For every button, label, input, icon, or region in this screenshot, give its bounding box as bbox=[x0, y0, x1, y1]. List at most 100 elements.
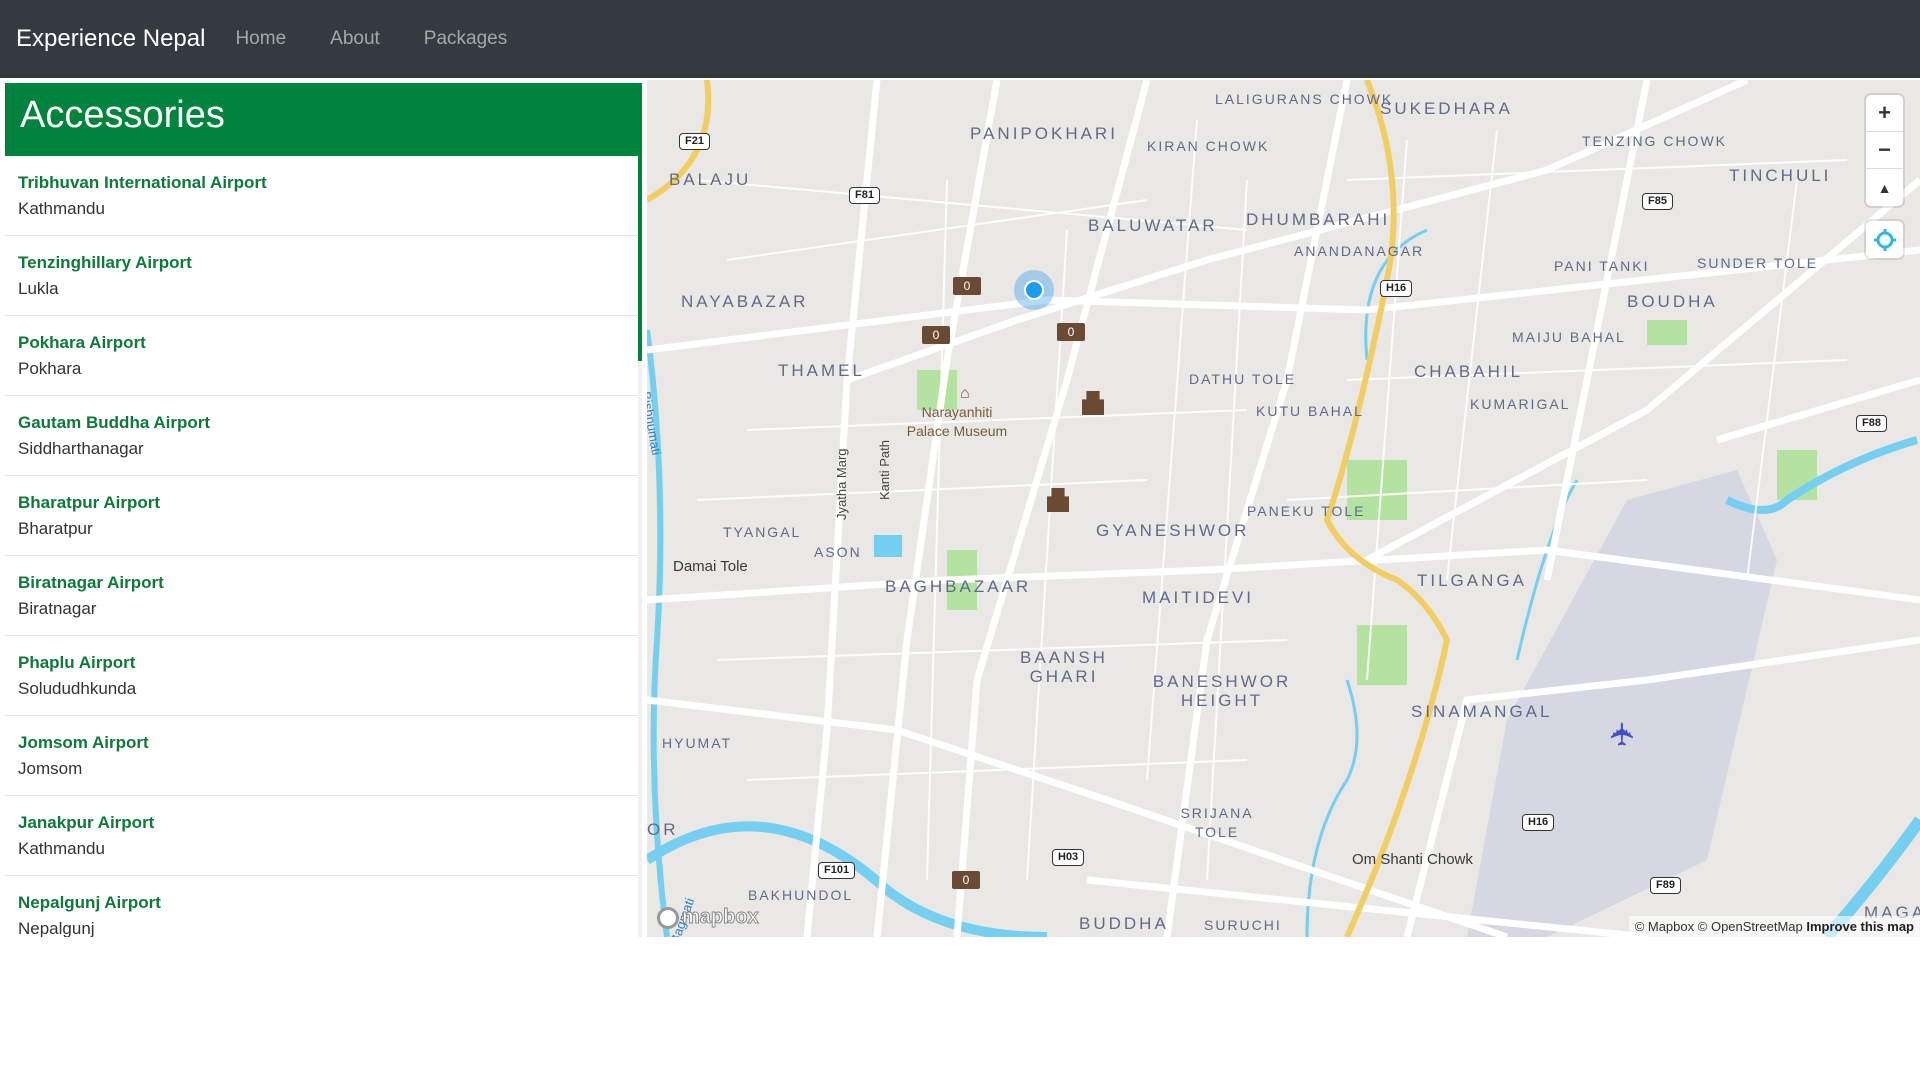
place-label: Damai Tole bbox=[673, 558, 748, 575]
place-label: Tilganga bbox=[1417, 571, 1527, 590]
place-label: Thamel bbox=[778, 361, 865, 380]
osm-attribution-link[interactable]: © OpenStreetMap bbox=[1698, 919, 1803, 934]
item-location: Bharatpur bbox=[18, 519, 93, 538]
item-location: Lukla bbox=[18, 279, 59, 298]
sidebar-title: Accessories bbox=[5, 83, 642, 156]
airport-list: Tribhuvan International Airport Kathmandu… bbox=[5, 156, 638, 937]
road-shield: F88 bbox=[1856, 415, 1887, 432]
park bbox=[1647, 320, 1687, 345]
place-label: Suruchi bbox=[1204, 917, 1282, 933]
item-title: Biratnagar Airport bbox=[18, 573, 164, 592]
road-shield: F89 bbox=[1650, 877, 1681, 894]
nav-about[interactable]: About bbox=[330, 28, 380, 50]
place-label: Baneshwor Height bbox=[1152, 672, 1292, 710]
road-shield: H03 bbox=[1052, 849, 1085, 866]
place-label: Maitidevi bbox=[1142, 588, 1255, 607]
map[interactable]: Balaju Panipokhari Laligurans Chowk Kira… bbox=[647, 80, 1920, 937]
list-item[interactable]: Biratnagar Airport Biratnagar bbox=[5, 556, 638, 636]
road-shield: F101 bbox=[818, 862, 856, 879]
stream bbox=[1305, 679, 1359, 937]
place-label: Kiran Chowk bbox=[1147, 138, 1270, 154]
place-label: Kutu Bahal bbox=[1256, 403, 1364, 419]
item-title: Jomsom Airport bbox=[18, 733, 149, 752]
street-label: Jyatha Marg bbox=[834, 448, 849, 520]
museum-icon[interactable]: ⌂ bbox=[960, 384, 970, 403]
place-label: Balaju bbox=[669, 170, 752, 189]
zoom-in-button[interactable]: + bbox=[1866, 95, 1903, 132]
zoom-out-button[interactable]: − bbox=[1866, 132, 1903, 169]
mapbox-logo[interactable]: mapbox bbox=[657, 906, 759, 929]
place-label: Chabahil bbox=[1414, 362, 1524, 381]
list-scrollbar[interactable] bbox=[638, 156, 642, 937]
place-label: Baluwatar bbox=[1088, 216, 1218, 235]
place-label: Kumarigal bbox=[1470, 396, 1571, 412]
item-location: Kathmandu bbox=[18, 199, 105, 218]
improve-map-link[interactable]: Improve this map bbox=[1806, 919, 1914, 934]
bank-icon[interactable]: 0 bbox=[1057, 323, 1085, 341]
place-label: Paneku Tole bbox=[1247, 503, 1366, 519]
place-label: Hyumat bbox=[662, 735, 733, 751]
list-item[interactable]: Jomsom Airport Jomsom bbox=[5, 716, 638, 796]
list-item[interactable]: Pokhara Airport Pokhara bbox=[5, 316, 638, 396]
bank-icon[interactable]: 0 bbox=[953, 277, 981, 295]
user-location-marker[interactable] bbox=[1014, 270, 1054, 310]
road-shield: F85 bbox=[1642, 193, 1673, 210]
list-item[interactable]: Phaplu Airport Solududhkunda bbox=[5, 636, 638, 716]
navbar: Experience Nepal Home About Packages bbox=[0, 0, 1920, 78]
nav-packages[interactable]: Packages bbox=[424, 28, 507, 50]
bank-icon[interactable]: 0 bbox=[952, 871, 980, 889]
park bbox=[1357, 625, 1407, 685]
place-label: Bakhundol bbox=[748, 887, 854, 903]
scrollbar-thumb[interactable] bbox=[638, 156, 642, 361]
place-label: Tyangal bbox=[723, 524, 802, 540]
item-location: Kathmandu bbox=[18, 839, 105, 858]
place-label: Pani Tanki bbox=[1554, 258, 1650, 274]
road-shield: F81 bbox=[849, 187, 880, 204]
list-item[interactable]: Tenzinghillary Airport Lukla bbox=[5, 236, 638, 316]
geolocate-button[interactable] bbox=[1866, 221, 1903, 258]
place-label: Gyaneshwor bbox=[1096, 521, 1250, 540]
bank-icon[interactable]: 0 bbox=[922, 326, 950, 344]
brand-link[interactable]: Experience Nepal bbox=[16, 25, 205, 53]
mapbox-logo-icon bbox=[657, 906, 679, 929]
pond bbox=[874, 535, 902, 557]
item-title: Nepalgunj Airport bbox=[18, 893, 161, 912]
item-location: Pokhara bbox=[18, 359, 82, 378]
place-label: Maiju Bahal bbox=[1512, 329, 1626, 345]
list-item[interactable]: Bharatpur Airport Bharatpur bbox=[5, 476, 638, 556]
place-label: Baansh Ghari bbox=[1020, 648, 1108, 686]
list-item[interactable]: Nepalgunj Airport Nepalgunj bbox=[5, 876, 638, 937]
place-label: Sinamangal bbox=[1411, 702, 1553, 721]
place-label: Tenzing Chowk bbox=[1582, 133, 1727, 149]
item-title: Phaplu Airport bbox=[18, 653, 136, 672]
airport-icon[interactable]: ✈ bbox=[1603, 721, 1641, 748]
place-label: Tinchuli bbox=[1729, 166, 1832, 185]
place-label: Om Shanti Chowk bbox=[1352, 851, 1473, 868]
road-shield: H16 bbox=[1522, 814, 1555, 831]
place-label: Srijana Tole bbox=[1180, 805, 1254, 840]
place-label: Boudha bbox=[1627, 292, 1718, 311]
list-item[interactable]: Tribhuvan International Airport Kathmandu bbox=[5, 156, 638, 236]
item-location: Jomsom bbox=[18, 759, 83, 778]
item-title: Bharatpur Airport bbox=[18, 493, 160, 512]
item-location: Solududhkunda bbox=[18, 679, 137, 698]
river bbox=[1725, 436, 1919, 514]
item-location: Nepalgunj bbox=[18, 919, 95, 937]
nav-home[interactable]: Home bbox=[235, 28, 286, 50]
list-item[interactable]: Gautam Buddha Airport Siddharthanagar bbox=[5, 396, 638, 476]
item-title: Pokhara Airport bbox=[18, 333, 146, 352]
list-item[interactable]: Janakpur Airport Kathmandu bbox=[5, 796, 638, 876]
sidebar: Accessories Tribhuvan International Airp… bbox=[5, 83, 642, 937]
item-location: Siddharthanagar bbox=[18, 439, 144, 458]
museum-label: Narayanhiti Palace Museum bbox=[906, 404, 1008, 439]
street-label: Kanti Path bbox=[877, 440, 892, 500]
compass-button[interactable]: ▲ bbox=[1866, 169, 1903, 206]
item-title: Gautam Buddha Airport bbox=[18, 413, 211, 432]
place-label: Dhumbarahi bbox=[1246, 210, 1391, 229]
place-label: Or bbox=[647, 820, 679, 839]
map-attribution: © Mapbox © OpenStreetMap Improve this ma… bbox=[1628, 916, 1920, 937]
item-title: Janakpur Airport bbox=[18, 813, 155, 832]
place-label: Laligurans Chowk bbox=[1215, 91, 1394, 107]
road-shield: F21 bbox=[679, 133, 710, 150]
mapbox-attribution-link[interactable]: © Mapbox bbox=[1635, 919, 1694, 934]
